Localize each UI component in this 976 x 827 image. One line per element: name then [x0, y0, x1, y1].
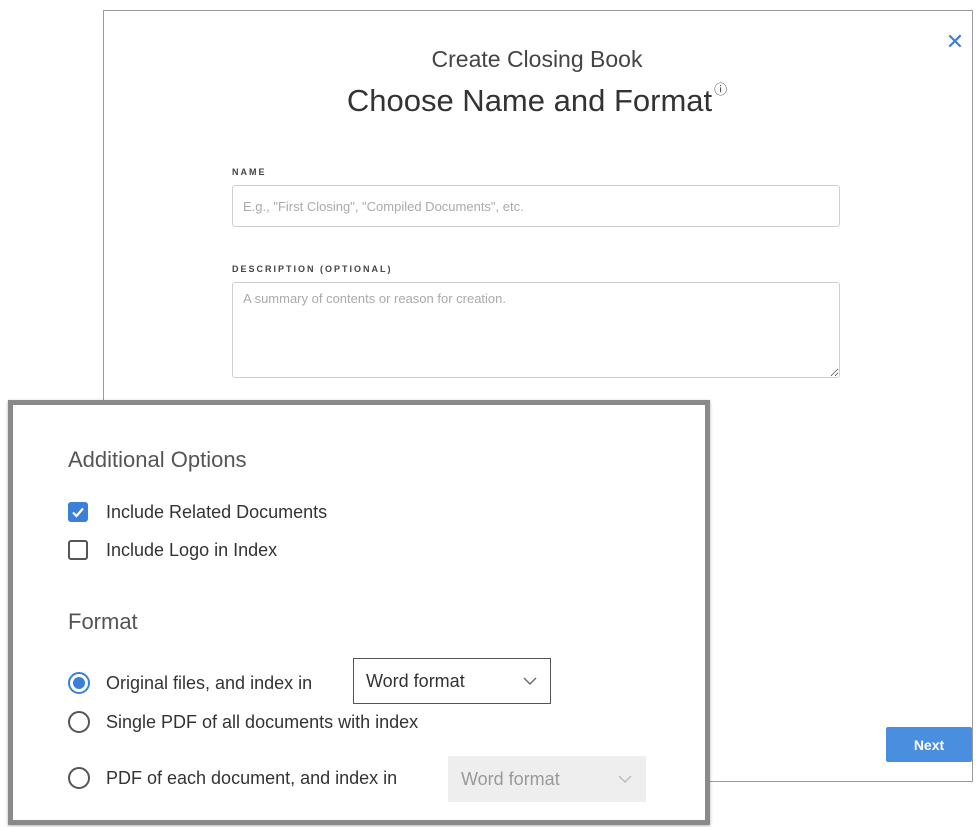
radio-selected-dot [73, 677, 85, 689]
format-option-pdf-each[interactable]: PDF of each document, and index in [68, 765, 397, 791]
include-logo-option[interactable]: Include Logo in Index [68, 537, 277, 563]
dialog-title: Choose Name and Format ⓘ [0, 82, 976, 119]
chevron-down-icon [618, 775, 632, 783]
dialog-subtitle: Create Closing Book [431, 46, 643, 72]
original-files-format-select[interactable]: Word format [353, 658, 551, 704]
include-logo-checkbox[interactable] [68, 540, 88, 560]
format-heading: Format [68, 609, 138, 634]
include-related-documents-checkbox[interactable] [68, 502, 88, 522]
format-option-original-files[interactable]: Original files, and index in [68, 670, 312, 696]
options-panel: Additional Options Include Related Docum… [8, 400, 710, 825]
dialog-title-text: Choose Name and Format [346, 83, 713, 118]
original-files-format-value: Word format [366, 670, 465, 691]
pdf-each-format-select: Word format [448, 756, 646, 802]
single-pdf-radio[interactable] [68, 711, 90, 733]
pdf-each-format-value: Word format [461, 768, 560, 789]
pdf-each-label: PDF of each document, and index in [106, 767, 398, 788]
description-label: DESCRIPTION (OPTIONAL) [232, 264, 393, 274]
name-input[interactable] [232, 185, 840, 227]
chevron-down-icon [523, 677, 537, 685]
format-option-single-pdf[interactable]: Single PDF of all documents with index [68, 709, 418, 735]
original-files-label: Original files, and index in [106, 672, 313, 693]
include-related-documents-option[interactable]: Include Related Documents [68, 499, 327, 525]
check-icon [72, 507, 84, 518]
info-icon[interactable]: ⓘ [714, 82, 727, 97]
additional-options-heading: Additional Options [68, 447, 247, 472]
next-button[interactable]: Next [886, 727, 972, 762]
pdf-each-radio[interactable] [68, 767, 90, 789]
include-related-documents-label: Include Related Documents [106, 501, 328, 522]
name-label: NAME [232, 167, 267, 177]
original-files-radio[interactable] [68, 672, 90, 694]
include-logo-label: Include Logo in Index [106, 539, 278, 560]
single-pdf-label: Single PDF of all documents with index [106, 711, 419, 732]
description-textarea[interactable] [232, 282, 840, 378]
